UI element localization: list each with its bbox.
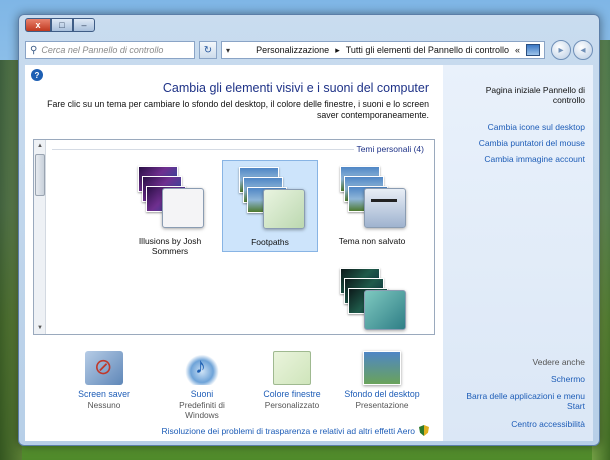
title-bar[interactable]: x □ – bbox=[19, 15, 599, 39]
search-icon: ⚲ bbox=[30, 44, 38, 56]
breadcrumb-separator-icon[interactable]: ▸ bbox=[335, 45, 340, 56]
help-icon[interactable]: ? bbox=[31, 69, 43, 81]
setting-value: Predefiniti di Windows bbox=[179, 400, 225, 420]
theme-label: Illusions by Josh Sommers bbox=[138, 236, 202, 256]
window-color-icon bbox=[273, 351, 311, 385]
theme-list[interactable]: ▲ ▼ Temi personali (4) Tema non salvato … bbox=[33, 139, 435, 335]
desktop-background-icon bbox=[363, 351, 401, 385]
setting-value: Nessuno bbox=[87, 400, 121, 410]
sidebar-home-link[interactable]: Pagina iniziale Pannello di controllo bbox=[455, 85, 585, 105]
personalization-window: x □ – ⚲ Cerca nel Pannello di controllo … bbox=[18, 14, 600, 446]
address-dropdown-icon[interactable]: ▾ bbox=[226, 46, 230, 55]
theme-scrollbar[interactable]: ▲ ▼ bbox=[34, 140, 46, 334]
close-button[interactable]: x bbox=[25, 18, 51, 32]
main-content: ? Cambia gli elementi visivi e i suoni d… bbox=[25, 65, 443, 441]
address-row: ⚲ Cerca nel Pannello di controllo ↻ ▾ Pe… bbox=[25, 39, 593, 61]
sidebar: Pagina iniziale Pannello di controllo Ca… bbox=[443, 65, 593, 441]
group-header-temi-personali[interactable]: Temi personali (4) bbox=[356, 144, 424, 154]
theme-label: Footpaths bbox=[251, 237, 289, 247]
screen-saver-icon bbox=[85, 351, 123, 385]
breadcrumb-all-items[interactable]: Tutti gli elementi del Pannello di contr… bbox=[346, 45, 509, 55]
refresh-button[interactable]: ↻ bbox=[199, 41, 217, 59]
control-panel-icon bbox=[526, 44, 540, 56]
sounds-icon bbox=[183, 351, 221, 385]
setting-value: Personalizzato bbox=[264, 400, 320, 410]
search-input[interactable]: ⚲ Cerca nel Pannello di controllo bbox=[25, 41, 195, 59]
theme-label: Tema non salvato bbox=[338, 236, 406, 246]
theme-footpaths[interactable]: Footpaths bbox=[222, 160, 318, 252]
aero-link-text[interactable]: Risoluzione dei problemi di trasparenza … bbox=[161, 426, 415, 436]
page-description: Fare clic su un tema per cambiare lo sfo… bbox=[47, 99, 429, 120]
setting-name[interactable]: Screen saver bbox=[65, 389, 143, 399]
navigation-buttons: ▸ ◂ bbox=[549, 40, 593, 60]
sidebar-link-desktop-icons[interactable]: Cambia icone sul desktop bbox=[455, 122, 585, 132]
scroll-thumb[interactable] bbox=[35, 154, 45, 196]
theme-tema-non-salvato[interactable]: Tema non salvato bbox=[324, 160, 420, 252]
theme-thumbnail bbox=[340, 268, 406, 330]
group-divider bbox=[52, 149, 354, 150]
setting-window-color[interactable]: Colore finestre Personalizzato bbox=[253, 351, 331, 410]
back-button[interactable]: ◂ bbox=[573, 40, 593, 60]
scroll-up-arrow-icon[interactable]: ▲ bbox=[34, 140, 46, 152]
sidebar-link-screen[interactable]: Schermo bbox=[455, 374, 585, 384]
breadcrumb-personalizzazione[interactable]: Personalizzazione bbox=[256, 45, 329, 55]
setting-screen-saver[interactable]: Screen saver Nessuno bbox=[65, 351, 143, 410]
setting-name[interactable]: Colore finestre bbox=[253, 389, 331, 399]
page-title: Cambia gli elementi visivi e i suoni del… bbox=[162, 81, 429, 95]
theme-illusions[interactable]: Illusions by Josh Sommers bbox=[122, 160, 218, 256]
address-bar[interactable]: ▾ Personalizzazione ▸ Tutti gli elementi… bbox=[221, 41, 545, 59]
theme-dark[interactable] bbox=[324, 262, 420, 334]
shield-icon bbox=[419, 425, 429, 436]
theme-thumbnail bbox=[239, 167, 305, 229]
setting-desktop-background[interactable]: Sfondo del desktop Presentazione bbox=[343, 351, 421, 410]
search-placeholder: Cerca nel Pannello di controllo bbox=[41, 45, 164, 55]
sidebar-link-taskbar[interactable]: Barra delle applicazioni e menu Start bbox=[455, 391, 585, 411]
caption-buttons: x □ – bbox=[25, 18, 95, 32]
minimize-button[interactable]: – bbox=[73, 18, 95, 32]
setting-name[interactable]: Suoni bbox=[163, 389, 241, 399]
theme-thumbnail bbox=[340, 166, 406, 228]
forward-button[interactable]: ▸ bbox=[551, 40, 571, 60]
breadcrumb-overflow-icon[interactable]: « bbox=[515, 45, 520, 55]
aero-troubleshoot-link[interactable]: Risoluzione dei problemi di trasparenza … bbox=[161, 425, 429, 436]
sidebar-link-account-picture[interactable]: Cambia immagine account bbox=[455, 154, 585, 164]
setting-sounds[interactable]: Suoni Predefiniti di Windows bbox=[163, 351, 241, 420]
sidebar-link-accessibility[interactable]: Centro accessibilità bbox=[455, 419, 585, 429]
scroll-down-arrow-icon[interactable]: ▼ bbox=[34, 322, 46, 334]
see-also-header: Vedere anche bbox=[532, 357, 585, 367]
setting-value: Presentazione bbox=[355, 400, 409, 410]
theme-thumbnail bbox=[138, 166, 204, 228]
maximize-button[interactable]: □ bbox=[51, 18, 73, 32]
setting-name[interactable]: Sfondo del desktop bbox=[343, 389, 421, 399]
sidebar-link-mouse-pointers[interactable]: Cambia puntatori del mouse bbox=[455, 138, 585, 148]
